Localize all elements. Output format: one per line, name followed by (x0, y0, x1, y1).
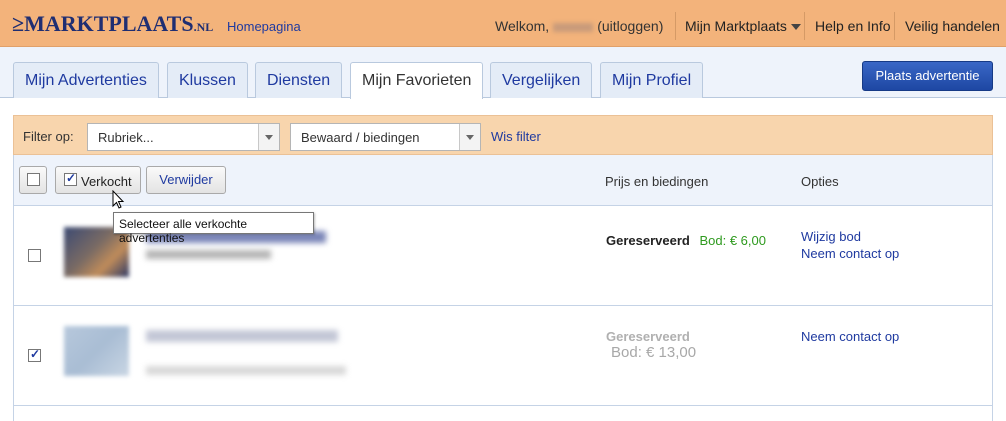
filter-bar: Filter op: Rubriek... Bewaard / biedinge… (13, 115, 993, 155)
sold-filter-button[interactable]: Verkocht (55, 166, 141, 194)
safe-trading-link[interactable]: Veilig handelen (905, 18, 1000, 34)
table-continuation (13, 406, 993, 421)
category-select[interactable]: Rubriek... (87, 123, 280, 151)
logo-suffix: .NL (193, 20, 214, 34)
select-all-button[interactable] (19, 166, 47, 194)
listing-location-blurred (146, 250, 271, 259)
tabs-bar: Mijn Advertenties Klussen Diensten Mijn … (0, 47, 1006, 99)
tab-profile[interactable]: Mijn Profiel (600, 62, 704, 98)
category-select-value: Rubriek... (98, 130, 154, 145)
tab-my-ads[interactable]: Mijn Advertenties (13, 62, 159, 98)
table-header: Verkocht Verwijder Prijs en biedingen Op… (13, 155, 993, 206)
logo-text: MARKTPLAATS (24, 11, 194, 36)
welcome-prefix: Welkom, (495, 18, 550, 34)
contact-link[interactable]: Neem contact op (801, 329, 899, 344)
bid-amount: Bod: € 13,00 (611, 344, 697, 361)
bid-amount: Bod: € 6,00 (699, 233, 766, 248)
status-select-value: Bewaard / biedingen (301, 130, 420, 145)
sold-label: Verkocht (81, 174, 132, 189)
row-checkbox[interactable] (28, 249, 41, 262)
sold-checkbox[interactable] (64, 171, 77, 186)
dropdown-arrow-icon (258, 124, 279, 150)
site-header: ≥MARKTPLAATS.NL Homepagina Welkom, (uitlo… (0, 0, 1006, 47)
header-divider (894, 12, 895, 40)
tooltip: Selecteer alle verkochte advertenties (113, 212, 314, 245)
status-text: Gereserveerd (606, 233, 690, 248)
price-column-header: Prijs en biedingen (605, 174, 709, 189)
reserved-status: Gereserveerd (606, 329, 690, 344)
filter-label: Filter op: (23, 129, 74, 144)
tab-services[interactable]: Diensten (255, 62, 343, 98)
listing-title-blurred[interactable] (146, 330, 338, 342)
select-all-checkbox[interactable] (27, 173, 40, 186)
marktplaats-logo[interactable]: ≥MARKTPLAATS.NL (12, 11, 213, 37)
dropdown-arrow-icon (459, 124, 480, 150)
tab-jobs[interactable]: Klussen (167, 62, 248, 98)
header-divider (804, 12, 805, 40)
status-text: Gereserveerd (606, 329, 690, 344)
my-marktplaats-label: Mijn Marktplaats (685, 18, 787, 34)
logo-mark-icon: ≥ (12, 11, 25, 36)
reserved-status: Gereserveerd Bod: € 6,00 (606, 233, 766, 248)
place-ad-button[interactable]: Plaats advertentie (862, 61, 993, 91)
mouse-cursor-icon (112, 190, 125, 209)
listing-thumbnail[interactable] (64, 326, 129, 376)
my-marktplaats-menu[interactable]: Mijn Marktplaats (685, 18, 801, 34)
listing-location-blurred (146, 366, 346, 375)
logout-link[interactable]: (uitloggen) (597, 18, 663, 34)
help-link[interactable]: Help en Info (815, 18, 891, 34)
header-divider (675, 12, 676, 40)
caret-down-icon (790, 24, 801, 31)
welcome-text: Welkom, (uitloggen) (495, 18, 663, 34)
delete-button[interactable]: Verwijder (146, 166, 226, 194)
tab-favorites[interactable]: Mijn Favorieten (350, 62, 484, 99)
clear-filter-link[interactable]: Wis filter (491, 129, 541, 144)
status-select[interactable]: Bewaard / biedingen (290, 123, 481, 151)
favorite-row: Gereserveerd Bod: € 13,00 Neem contact o… (13, 306, 993, 406)
row-checkbox[interactable] (28, 347, 41, 362)
username-blurred (553, 22, 594, 32)
options-column-header: Opties (801, 174, 839, 189)
tab-compare[interactable]: Vergelijken (490, 62, 593, 98)
homepage-link[interactable]: Homepagina (227, 19, 301, 34)
contact-link[interactable]: Neem contact op (801, 246, 899, 261)
change-bid-link[interactable]: Wijzig bod (801, 229, 861, 244)
